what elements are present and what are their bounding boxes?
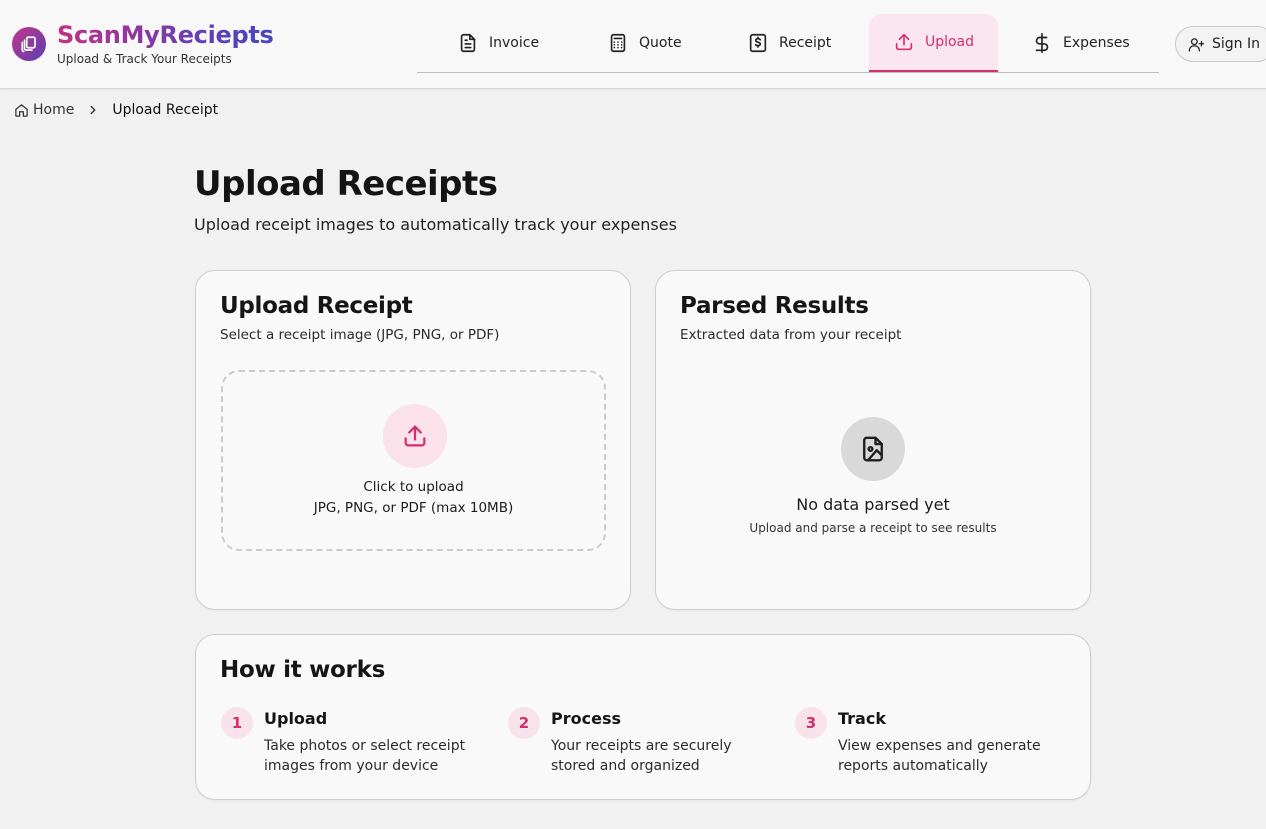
results-card-subtitle: Extracted data from your receipt (680, 327, 902, 343)
how-it-works-title: How it works (220, 657, 385, 683)
nav-upload-label: Upload (924, 34, 975, 50)
dollar-icon (1035, 33, 1049, 53)
how-it-works-card: How it works 1 Upload Take photos or sel… (195, 634, 1091, 800)
upload-card-title: Upload Receipt (220, 293, 413, 319)
page-subtitle: Upload receipt images to automatically t… (194, 215, 677, 234)
upload-dropzone[interactable]: Click to upload JPG, PNG, or PDF (max 10… (221, 370, 606, 551)
chevron-right-icon (86, 103, 100, 117)
step-number: 3 (795, 707, 827, 739)
nav-quote[interactable]: Quote (595, 14, 694, 72)
breadcrumb-current: Upload Receipt (112, 102, 219, 118)
upload-card-subtitle: Select a receipt image (JPG, PNG, or PDF… (220, 327, 500, 343)
nav-upload[interactable]: Upload (869, 14, 998, 72)
sign-in-button[interactable]: Sign In (1175, 26, 1266, 62)
main-nav: Invoice Quote Receipt Upload Expenses (417, 12, 1159, 73)
brand-name[interactable]: ScanMyReciepts (57, 20, 274, 50)
step-title: Process (551, 709, 621, 728)
empty-state-subtitle: Upload and parse a receipt to see result… (749, 521, 997, 535)
dropzone-label: Click to upload (363, 479, 464, 495)
app-header: ScanMyReciepts Upload & Track Your Recei… (0, 0, 1266, 89)
page-title: Upload Receipts (194, 164, 498, 204)
brand-tagline: Upload & Track Your Receipts (57, 52, 232, 66)
step-title: Upload (264, 709, 328, 728)
document-icon (460, 33, 476, 53)
upload-icon (383, 404, 447, 468)
dropzone-hint: JPG, PNG, or PDF (max 10MB) (313, 500, 514, 516)
step-number: 1 (221, 707, 253, 739)
nav-invoice[interactable]: Invoice (445, 14, 551, 72)
logo-icon[interactable] (12, 27, 46, 61)
user-plus-icon (1188, 37, 1205, 52)
file-image-icon (841, 417, 905, 481)
breadcrumb-home-label: Home (33, 102, 75, 118)
step-description: Take photos or select receipt images fro… (264, 738, 466, 774)
sign-in-label: Sign In (1212, 36, 1260, 52)
nav-receipt[interactable]: Receipt (735, 14, 843, 72)
step-description: View expenses and generate reports autom… (838, 738, 1041, 774)
nav-receipt-label: Receipt (779, 35, 832, 51)
nav-invoice-label: Invoice (489, 35, 540, 51)
calculator-icon (610, 33, 626, 53)
breadcrumb: Home Upload Receipt (14, 102, 218, 118)
results-card-title: Parsed Results (680, 293, 869, 319)
dollar-receipt-icon (749, 33, 767, 53)
upload-icon (895, 33, 913, 51)
step-description: Your receipts are securely stored and or… (551, 738, 732, 774)
home-icon (15, 103, 28, 117)
breadcrumb-home[interactable]: Home (14, 102, 74, 118)
results-card: Parsed Results Extracted data from your … (655, 270, 1091, 610)
nav-expenses[interactable]: Expenses (1019, 14, 1142, 72)
empty-state-title: No data parsed yet (796, 495, 950, 514)
nav-quote-label: Quote (639, 35, 682, 51)
upload-card: Upload Receipt Select a receipt image (J… (195, 270, 631, 610)
step-number: 2 (508, 707, 540, 739)
nav-expenses-label: Expenses (1063, 35, 1130, 51)
step-title: Track (838, 709, 886, 728)
